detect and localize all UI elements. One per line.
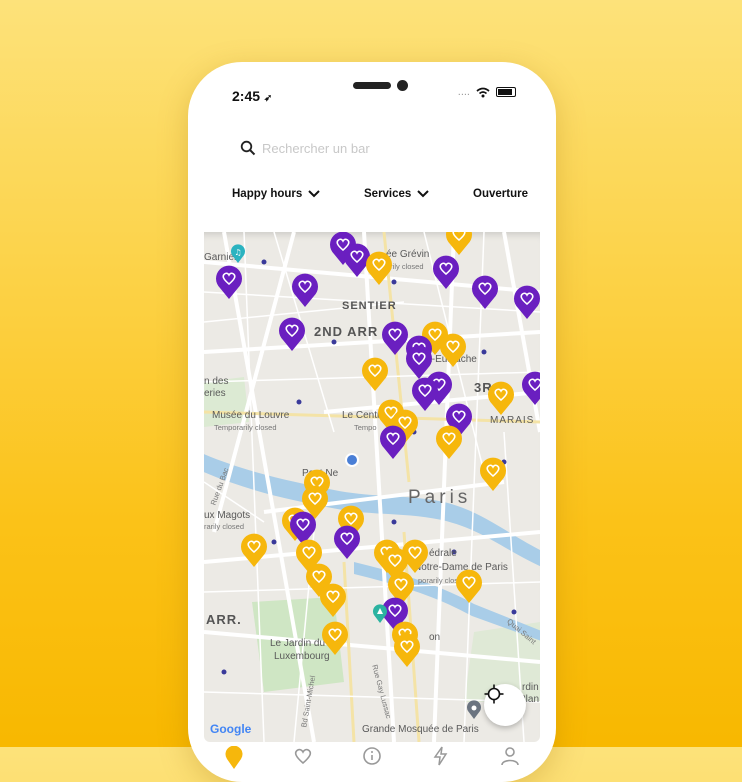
map-pin-icon [225, 746, 243, 769]
tab-deals[interactable] [429, 746, 453, 770]
bar-pin-yellow[interactable] [434, 424, 464, 460]
bar-pin-yellow[interactable] [318, 582, 348, 618]
map-label: Paris [408, 487, 472, 508]
map-label: Musée du Louvre [212, 410, 290, 421]
filter-label: Ouverture [473, 188, 528, 200]
chevron-down-icon [417, 190, 430, 198]
crosshair-icon [484, 684, 504, 704]
phone-frame: 2:45 ➶ .... Rechercher un bar Happy hour… [188, 62, 556, 782]
bar-pin-yellow[interactable] [486, 380, 516, 416]
map-label: rarily closed [204, 522, 245, 531]
recenter-button[interactable] [484, 684, 526, 726]
bar-pin-yellow[interactable] [478, 456, 508, 492]
map-label: Temporarily closed [214, 423, 277, 432]
filter-ouverture[interactable]: Ouverture [473, 188, 528, 200]
user-icon [501, 747, 519, 766]
bottom-tab-bar [222, 746, 522, 770]
bar-pin-purple[interactable] [520, 370, 540, 406]
opera-landmark-icon: ♫ [231, 244, 245, 263]
chevron-down-icon [308, 190, 321, 198]
time-text: 2:45 [232, 88, 261, 104]
tab-favorites[interactable] [291, 746, 315, 770]
svg-text:♫: ♫ [234, 248, 241, 257]
bar-pin-purple[interactable] [512, 284, 540, 320]
bar-pin-yellow[interactable] [364, 250, 394, 286]
filter-label: Services [364, 188, 412, 200]
google-logo: Google [210, 722, 251, 736]
bar-pin-yellow[interactable] [454, 568, 484, 604]
map-label: eries [204, 388, 226, 399]
status-time: 2:45 ➶ [232, 88, 272, 104]
map-view[interactable]: Garnier ée Grévin arily closed SENTIER 2… [204, 232, 540, 742]
bar-pin-yellow[interactable] [360, 356, 390, 392]
map-label: ux Magots [204, 510, 251, 521]
bar-pin-yellow[interactable] [392, 632, 422, 668]
bar-pin-purple[interactable] [332, 524, 362, 560]
bar-pin-purple[interactable] [470, 274, 500, 310]
filter-happy-hours[interactable]: Happy hours [232, 188, 321, 200]
map-label: Grande Mosquée de Paris [362, 724, 479, 735]
map-label: édrale [429, 548, 457, 559]
signal-icon: .... [457, 86, 470, 98]
battery-icon [496, 87, 516, 97]
place-landmark-icon [467, 700, 481, 719]
wifi-icon [476, 87, 490, 97]
tab-info[interactable] [360, 746, 384, 770]
bar-pin-purple[interactable] [410, 376, 440, 412]
front-camera [397, 80, 408, 91]
bar-pin-purple[interactable] [290, 272, 320, 308]
filter-services[interactable]: Services [364, 188, 430, 200]
search-input[interactable]: Rechercher un bar [262, 141, 370, 156]
search-icon [240, 140, 256, 156]
tab-profile[interactable] [498, 746, 522, 770]
bolt-icon [433, 746, 448, 766]
filter-label: Happy hours [232, 188, 303, 200]
map-label: ARR. [206, 612, 242, 627]
bar-pin-yellow[interactable] [444, 232, 474, 256]
map-label: n des [204, 376, 229, 387]
bar-pin-yellow[interactable] [320, 620, 350, 656]
search-bar[interactable]: Rechercher un bar [240, 140, 370, 156]
map-label: MARAIS [490, 415, 535, 426]
speaker-notch [353, 82, 391, 89]
map-label: on [429, 632, 441, 643]
current-location-dot [345, 453, 359, 467]
bar-pin-purple[interactable] [378, 424, 408, 460]
filter-bar: Happy hours Services Ouverture [232, 188, 528, 200]
heart-icon [294, 748, 312, 765]
bar-pin-purple[interactable] [214, 264, 244, 300]
bar-pin-yellow[interactable] [438, 332, 468, 368]
location-arrow-icon: ➶ [263, 93, 273, 104]
park-landmark-icon [373, 604, 387, 623]
tab-map[interactable] [222, 746, 246, 770]
bar-pin-purple[interactable] [431, 254, 461, 290]
bar-pin-purple[interactable] [277, 316, 307, 352]
map-label: rdin [522, 682, 539, 693]
map-label: Le Jardin du [270, 638, 326, 649]
map-label: SENTIER [342, 300, 397, 312]
status-icons: .... [458, 86, 516, 98]
map-label: Tempo [354, 423, 377, 432]
info-icon [363, 747, 381, 765]
google-logo-text: Google [210, 722, 252, 736]
bar-pin-yellow[interactable] [239, 532, 269, 568]
map-label: 2ND ARR [314, 324, 379, 339]
